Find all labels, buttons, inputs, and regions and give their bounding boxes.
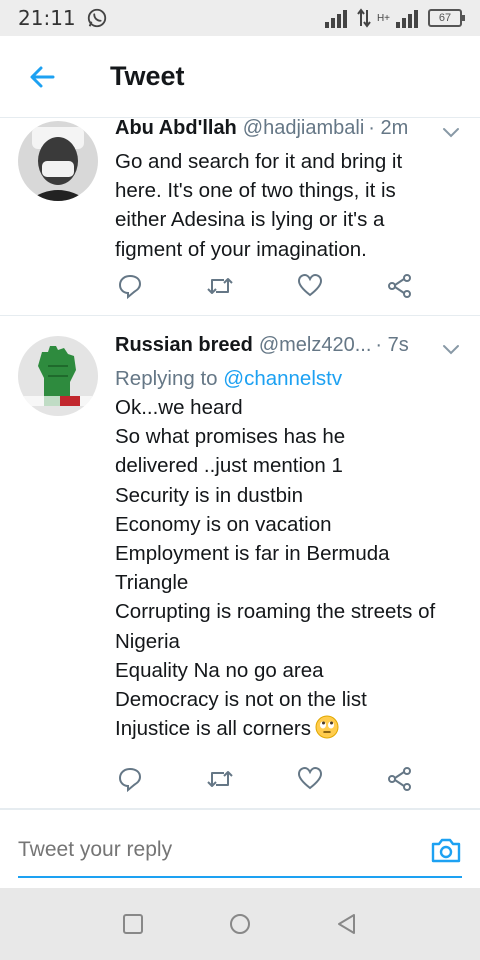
share-icon [388,274,411,298]
chevron-down-icon[interactable] [440,338,462,360]
avatar[interactable] [18,336,98,416]
triangle-back-icon [337,914,355,934]
reply-underline [18,876,462,878]
retweet-icon [207,278,233,294]
tweet-line: Nigeria [115,629,180,653]
retweet-icon [207,771,233,787]
avatar[interactable] [18,121,98,201]
display-name[interactable]: Russian breed [115,334,253,357]
reply-button[interactable] [115,764,145,794]
tweet-line: figment of your imagination. [115,237,367,261]
network-type: H+ [376,12,390,24]
tweet-header: Abu Abd'llah @hadjiambali · 2m [115,119,462,147]
tweet-line: Employment is far in Bermuda [115,542,390,566]
tweet-actions [115,764,415,794]
tweet-line: delivered ..just mention 1 [115,454,343,478]
reply-icon [118,274,142,299]
reply-composer [0,810,480,888]
back-button[interactable] [14,49,70,105]
whatsapp-icon [87,8,106,28]
recents-button[interactable] [113,904,153,944]
tweet-time: · 7s [375,334,409,356]
tweet-line: So what promises has he [115,425,346,449]
tweet-last-line: Injustice is all corners [115,714,462,743]
tweet-line: Ok...we heard [115,396,243,419]
display-name[interactable]: Abu Abd'llah [115,119,237,140]
user-handle[interactable]: @hadjiambali [243,119,364,140]
back-arrow-icon [30,66,55,87]
system-nav-bar [0,888,480,960]
tweet-content: Abu Abd'llah @hadjiambali · 2m Go and se… [115,119,462,264]
like-button[interactable] [295,764,325,794]
heart-icon [297,273,323,297]
tweet-line: here. It's one of two things, it is [115,179,396,203]
home-button[interactable] [220,904,260,944]
tweet-line: Triangle [115,571,189,595]
chevron-down-icon[interactable] [440,121,462,143]
replying-prefix: Replying to [115,367,218,390]
tweet-line: Equality Na no go area [115,658,324,682]
tweet[interactable]: Abu Abd'llah @hadjiambali · 2m Go and se… [0,119,480,316]
tweet-actions [115,271,415,301]
reply-icon [118,767,142,792]
tweet-line: either Adesina is lying or it's a [115,208,385,232]
retweet-button[interactable] [205,271,235,301]
signal-icon-2 [396,10,418,28]
tweet-time: · 2m [368,119,409,139]
replying-to: Replying to @channelstv [115,364,462,393]
app-bar: Tweet [0,36,480,118]
rolling-eyes-emoji-icon [315,715,339,739]
avatar-image [18,121,98,201]
like-button[interactable] [295,271,325,301]
tweet-thread: Abu Abd'llah @hadjiambali · 2m Go and se… [0,119,480,809]
tweet[interactable]: Russian breed @melz420... · 7s Replying … [0,324,480,808]
tweet-text: Ok...we heard So what promises has he de… [115,393,462,743]
signal-icon [324,10,347,28]
tweet-line: Corrupting is roaming the streets of [115,600,436,624]
camera-icon[interactable] [430,834,462,866]
retweet-button[interactable] [205,764,235,794]
avatar-image [18,336,98,416]
page-title: Tweet [110,61,185,91]
share-icon [388,767,411,791]
share-button[interactable] [385,764,415,794]
tweet-line: Go and search for it and bring it [115,150,403,173]
tweet-content: Russian breed @melz420... · 7s Replying … [115,334,462,743]
status-bar: 21:11 H+ 67 [0,0,480,36]
heart-icon [297,766,323,790]
tweet-line: Security is in dustbin [115,483,304,507]
battery-level: 67 [438,12,452,24]
reply-input[interactable] [18,830,418,870]
square-icon [123,914,144,934]
status-time: 21:11 [18,6,76,30]
data-arrows-icon [357,8,371,28]
reply-button[interactable] [115,271,145,301]
tweet-line: Economy is on vacation [115,512,332,536]
system-back-button[interactable] [327,904,367,944]
tweet-line: Democracy is not on the list [115,688,367,712]
mention-link[interactable]: @channelstv [223,367,342,390]
battery-icon: 67 [428,9,465,27]
tweet-text: Go and search for it and bring it here. … [115,147,462,264]
share-button[interactable] [385,271,415,301]
tweet-line: Injustice is all corners [115,717,311,741]
tweet-header: Russian breed @melz420... · 7s [115,334,462,364]
user-handle[interactable]: @melz420... [259,334,372,357]
circle-icon [229,914,250,934]
